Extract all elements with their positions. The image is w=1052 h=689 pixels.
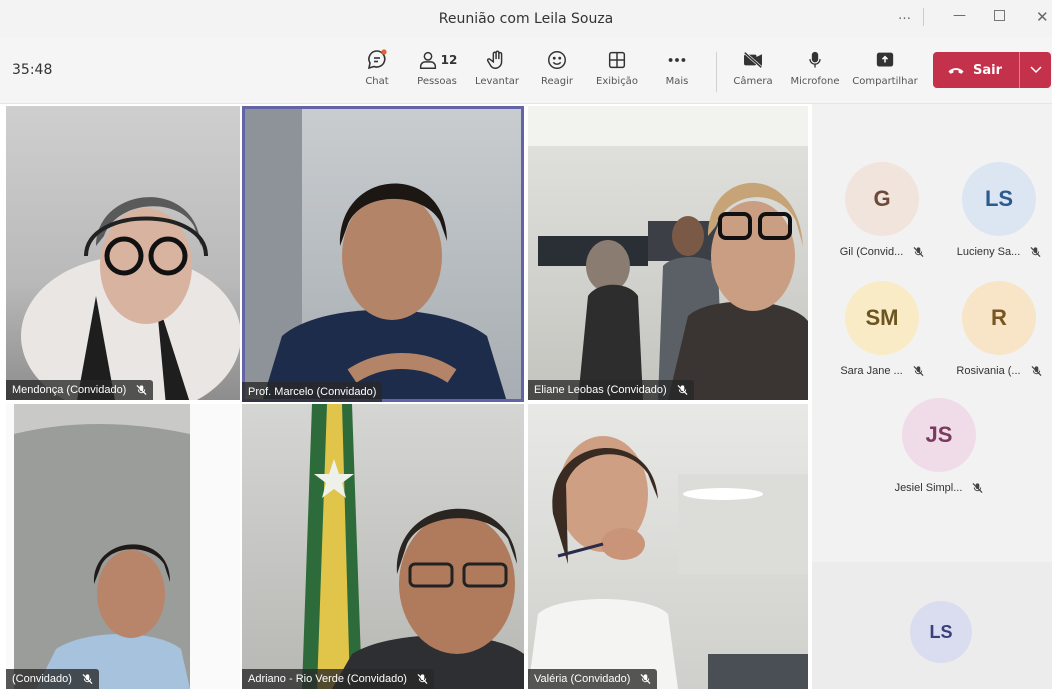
more-button[interactable]: Mais: [646, 46, 708, 87]
close-button[interactable]: ✕: [1036, 8, 1049, 26]
avatar: LS: [962, 162, 1036, 236]
video-tile[interactable]: Mendonça (Convidado): [6, 106, 240, 400]
mic-off-icon: [913, 246, 924, 258]
participant-name-tag: Prof. Marcelo (Convidado): [242, 382, 383, 402]
participant-name-tag: (Convidado): [6, 669, 99, 689]
window-more-button[interactable]: …: [898, 8, 912, 23]
participant-name: Sara Jane ...: [840, 365, 903, 377]
maximize-button[interactable]: [994, 10, 1005, 21]
share-label: Compartilhar: [852, 76, 918, 87]
avatar: SM: [845, 281, 919, 355]
people-icon: [419, 51, 436, 69]
meeting-toolbar: 35:48 Chat 12 Pessoas Levantar Reagir Ex…: [0, 38, 1052, 104]
microphone-button[interactable]: Microfone: [784, 46, 846, 87]
leave-label: Sair: [973, 62, 1003, 78]
video-tile-active[interactable]: Prof. Marcelo (Convidado): [242, 106, 524, 402]
video-tile[interactable]: Eliane Leobas (Convidado): [528, 106, 808, 400]
participant-video: [302, 404, 524, 689]
view-button[interactable]: Exibição: [586, 46, 648, 87]
participant-name: Jesiel Simpl...: [894, 482, 963, 494]
grid-icon: [586, 46, 648, 74]
avatar: G: [845, 162, 919, 236]
self-avatar: LS: [910, 601, 972, 663]
participant-name-tag: Valéria (Convidado): [528, 669, 658, 689]
roster-participant[interactable]: R Rosivania (...: [944, 281, 1052, 377]
roster-participant[interactable]: JS Jesiel Simpl...: [884, 398, 994, 494]
participant-name: Adriano - Rio Verde (Convidado): [248, 673, 407, 685]
chat-label: Chat: [365, 76, 389, 87]
roster-name-row: Gil (Convid...: [827, 246, 937, 258]
leave-button[interactable]: Sair: [933, 52, 1051, 88]
avatar: JS: [902, 398, 976, 472]
people-count: 12: [440, 53, 458, 67]
hand-icon: [466, 46, 528, 74]
mic-off-icon: [82, 673, 93, 685]
more-label: Mais: [665, 76, 689, 87]
minimize-button[interactable]: —: [953, 8, 966, 23]
mic-off-icon: [677, 384, 688, 396]
smiley-icon: [526, 46, 588, 74]
participant-name: Rosivania (...: [956, 365, 1021, 377]
view-label: Exibição: [596, 76, 638, 87]
roster-name-row: Sara Jane ...: [827, 365, 937, 377]
roster-name-row: Rosivania (...: [944, 365, 1052, 377]
mic-off-icon: [1031, 365, 1042, 377]
camera-button[interactable]: Câmera: [722, 46, 784, 87]
microphone-icon: [784, 46, 846, 74]
roster-name-row: Jesiel Simpl...: [884, 482, 994, 494]
mic-off-icon: [972, 482, 983, 494]
raise-hand-button[interactable]: Levantar: [466, 46, 528, 87]
toolbar-divider: [716, 52, 717, 92]
people-button[interactable]: 12 Pessoas: [406, 46, 468, 87]
participant-name-tag: Mendonça (Convidado): [6, 380, 154, 400]
participant-name: Gil (Convid...: [839, 246, 904, 258]
camera-label: Câmera: [733, 76, 773, 87]
participant-name: (Convidado): [12, 673, 72, 685]
chevron-down-icon: [1029, 66, 1042, 74]
roster-participant[interactable]: G Gil (Convid...: [827, 162, 937, 258]
video-tile[interactable]: (Convidado): [6, 404, 240, 689]
title-bar: Reunião com Leila Souza … — ✕: [0, 0, 1052, 38]
react-button[interactable]: Reagir: [526, 46, 588, 87]
participant-video: [21, 197, 240, 400]
raise-hand-label: Levantar: [474, 76, 520, 87]
meeting-timer: 35:48: [12, 62, 53, 78]
leave-options-button[interactable]: [1019, 52, 1051, 88]
react-label: Reagir: [540, 76, 574, 87]
share-icon: [852, 46, 918, 74]
participant-video: [242, 106, 507, 402]
hangup-icon: [948, 68, 964, 74]
window-title: Reunião com Leila Souza: [438, 11, 614, 27]
chat-icon: [346, 46, 408, 74]
people-label: Pessoas: [417, 76, 457, 87]
roster-name-row: Lucieny Sa...: [944, 246, 1052, 258]
title-divider: [923, 8, 924, 26]
mic-off-icon: [1030, 246, 1041, 258]
mic-off-icon: [136, 384, 147, 396]
participant-name: Prof. Marcelo (Convidado): [248, 386, 377, 398]
roster-participant[interactable]: SM Sara Jane ...: [827, 281, 937, 377]
camera-off-icon: [722, 46, 784, 74]
video-tile[interactable]: Valéria (Convidado): [528, 404, 808, 689]
avatar: R: [962, 281, 1036, 355]
participant-name: Valéria (Convidado): [534, 673, 631, 685]
share-button[interactable]: Compartilhar: [852, 46, 918, 87]
participant-name: Eliane Leobas (Convidado): [534, 384, 667, 396]
participant-name: Lucieny Sa...: [956, 246, 1021, 258]
participant-name-tag: Adriano - Rio Verde (Convidado): [242, 669, 434, 689]
participant-video: [14, 404, 190, 689]
participant-video: [528, 106, 808, 400]
video-tile[interactable]: Adriano - Rio Verde (Convidado): [242, 404, 524, 689]
participant-name-tag: Eliane Leobas (Convidado): [528, 380, 694, 400]
chat-button[interactable]: Chat: [346, 46, 408, 87]
participant-name: Mendonça (Convidado): [12, 384, 127, 396]
mic-off-icon: [417, 673, 428, 685]
mic-off-icon: [640, 673, 651, 685]
microphone-label: Microfone: [790, 76, 840, 87]
participant-video: [528, 436, 808, 689]
roster-participant[interactable]: LS Lucieny Sa...: [944, 162, 1052, 258]
more-icon: [646, 46, 708, 74]
mic-off-icon: [913, 365, 924, 377]
